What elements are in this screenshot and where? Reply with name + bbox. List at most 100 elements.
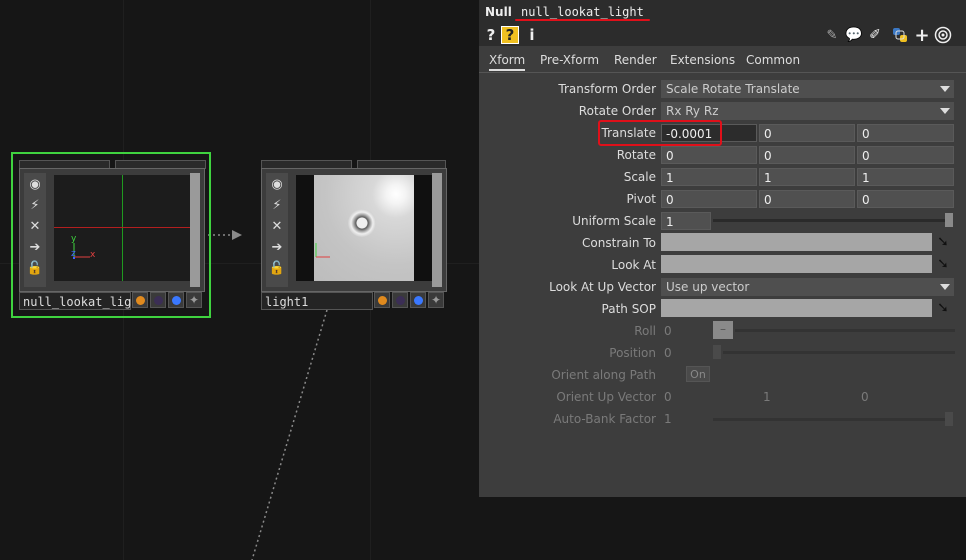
node-null-lookat-light[interactable]: ◉ ⚡ ✕ ➔ 🔓 y z x null_lookat_light ✦ bbox=[11, 152, 211, 318]
scale-label: Scale bbox=[623, 170, 656, 184]
flag-render[interactable] bbox=[150, 292, 166, 308]
translate-y-field[interactable]: 0 bbox=[759, 124, 855, 142]
constrain-to-label: Constrain To bbox=[582, 236, 656, 250]
flag-pickable[interactable]: ✦ bbox=[428, 292, 444, 308]
flag-viewer[interactable] bbox=[168, 292, 184, 308]
flag-render[interactable] bbox=[392, 292, 408, 308]
delete-icon[interactable]: ✕ bbox=[25, 216, 45, 236]
orient-up-vector-label: Orient Up Vector bbox=[556, 390, 656, 404]
flag-display[interactable] bbox=[374, 292, 390, 308]
viewer-icon[interactable]: ◉ bbox=[25, 174, 45, 194]
scale-z-field[interactable]: 1 bbox=[857, 168, 954, 186]
rotate-label: Rotate bbox=[616, 148, 656, 162]
viewer-icon[interactable] bbox=[933, 26, 953, 44]
look-at-field[interactable] bbox=[661, 255, 932, 273]
node-sidebar: ◉ ⚡ ✕ ➔ 🔓 bbox=[266, 173, 288, 287]
axis-label-z: z bbox=[71, 249, 76, 259]
path-sop-label: Path SOP bbox=[601, 302, 656, 316]
scale-y-field[interactable]: 1 bbox=[759, 168, 855, 186]
rotate-y-field[interactable]: 0 bbox=[759, 146, 855, 164]
uniform-scale-slider[interactable] bbox=[713, 219, 945, 222]
rotate-x-field[interactable]: 0 bbox=[661, 146, 757, 164]
arrow-right-icon[interactable]: ➔ bbox=[25, 237, 45, 257]
flag-pickable[interactable]: ✦ bbox=[186, 292, 202, 308]
axis-label-x: x bbox=[90, 250, 96, 260]
tab-pre-xform[interactable]: Pre-Xform bbox=[540, 53, 599, 67]
node-light1[interactable]: ◉ ⚡ ✕ ➔ 🔓 light1 ✦ bbox=[259, 152, 449, 318]
y-axis-line bbox=[122, 175, 123, 281]
node-body: ◉ ⚡ ✕ ➔ 🔓 bbox=[261, 168, 447, 292]
orient-along-path-label: Orient along Path bbox=[551, 368, 656, 382]
orient-up-vector-y: 1 bbox=[763, 390, 771, 404]
chevron-down-icon bbox=[940, 284, 950, 290]
delete-icon[interactable]: ✕ bbox=[267, 216, 287, 236]
edit-icon[interactable]: ✐ bbox=[867, 26, 883, 44]
tab-extensions[interactable]: Extensions bbox=[670, 53, 735, 67]
flag-display[interactable] bbox=[132, 292, 148, 308]
panel-toolbar: ? ? i ✎ 💬 ✐ + bbox=[479, 24, 966, 46]
panel-header: Null null_lookat_light bbox=[479, 0, 966, 24]
add-icon[interactable]: + bbox=[913, 25, 931, 46]
auto-bank-factor-value: 1 bbox=[664, 412, 672, 426]
light-render bbox=[314, 175, 414, 281]
pivot-x-field[interactable]: 0 bbox=[661, 190, 757, 208]
roll-slider bbox=[735, 329, 955, 332]
rotate-z-field[interactable]: 0 bbox=[857, 146, 954, 164]
position-label: Position bbox=[609, 346, 656, 360]
rotate-order-menu[interactable]: Rx Ry Rz bbox=[661, 102, 954, 120]
look-at-up-vector-value: Use up vector bbox=[666, 280, 750, 294]
operator-name[interactable]: null_lookat_light bbox=[521, 5, 644, 19]
help-icon[interactable]: ? bbox=[484, 26, 498, 44]
pivot-label: Pivot bbox=[626, 192, 656, 206]
path-sop-field[interactable] bbox=[661, 299, 932, 317]
annotation-box bbox=[598, 120, 722, 146]
pencil-icon[interactable]: ✎ bbox=[824, 26, 840, 44]
tab-render[interactable]: Render bbox=[614, 53, 657, 67]
pivot-z-field[interactable]: 0 bbox=[857, 190, 954, 208]
pick-arrow-icon[interactable]: ➘ bbox=[933, 299, 953, 317]
chevron-down-icon bbox=[940, 108, 950, 114]
rotate-order-label: Rotate Order bbox=[578, 104, 656, 118]
node-name-label[interactable]: null_lookat_light bbox=[19, 292, 146, 310]
viewer-icon[interactable]: ◉ bbox=[267, 174, 287, 194]
tab-common[interactable]: Common bbox=[746, 53, 800, 67]
lock-icon[interactable]: 🔓 bbox=[267, 258, 287, 278]
node-body: ◉ ⚡ ✕ ➔ 🔓 y z x bbox=[19, 168, 205, 292]
light-viewer bbox=[296, 175, 432, 281]
node-name-label[interactable]: light1 bbox=[261, 292, 373, 310]
roll-value: 0 bbox=[664, 324, 672, 338]
translate-z-field[interactable]: 0 bbox=[857, 124, 954, 142]
arrow-right-icon[interactable]: ➔ bbox=[267, 237, 287, 257]
operator-type: Null bbox=[485, 5, 512, 19]
scale-x-field[interactable]: 1 bbox=[661, 168, 757, 186]
bypass-icon[interactable]: ⚡ bbox=[267, 195, 287, 215]
info-icon[interactable]: i bbox=[527, 26, 537, 44]
auto-bank-factor-slider bbox=[713, 418, 945, 421]
look-at-up-vector-menu[interactable]: Use up vector bbox=[661, 278, 954, 296]
lock-icon[interactable]: 🔓 bbox=[25, 258, 45, 278]
uniform-scale-field[interactable]: 1 bbox=[661, 212, 711, 230]
python-help-icon[interactable]: ? bbox=[501, 26, 519, 44]
constrain-to-field[interactable] bbox=[661, 233, 932, 251]
transform-order-menu[interactable]: Scale Rotate Translate bbox=[661, 80, 954, 98]
node-right-strip bbox=[432, 173, 442, 287]
look-at-label: Look At bbox=[611, 258, 656, 272]
axis-label-y: y bbox=[71, 234, 77, 244]
position-slider bbox=[723, 351, 955, 354]
pick-arrow-icon[interactable]: ➘ bbox=[933, 255, 953, 273]
position-slider-handle bbox=[713, 345, 721, 359]
chevron-down-icon bbox=[940, 86, 950, 92]
flag-viewer[interactable] bbox=[410, 292, 426, 308]
bypass-icon[interactable]: ⚡ bbox=[25, 195, 45, 215]
annotation-underline bbox=[515, 19, 650, 21]
python-icon[interactable] bbox=[891, 26, 909, 44]
rotate-order-value: Rx Ry Rz bbox=[666, 104, 719, 118]
look-at-up-vector-label: Look At Up Vector bbox=[549, 280, 656, 294]
comment-icon[interactable]: 💬 bbox=[845, 26, 863, 44]
pivot-y-field[interactable]: 0 bbox=[759, 190, 855, 208]
transform-order-label: Transform Order bbox=[558, 82, 656, 96]
uniform-scale-slider-handle[interactable] bbox=[945, 213, 953, 227]
tab-xform[interactable]: Xform bbox=[489, 53, 526, 71]
pick-arrow-icon[interactable]: ➘ bbox=[933, 233, 953, 251]
roll-label: Roll bbox=[634, 324, 656, 338]
